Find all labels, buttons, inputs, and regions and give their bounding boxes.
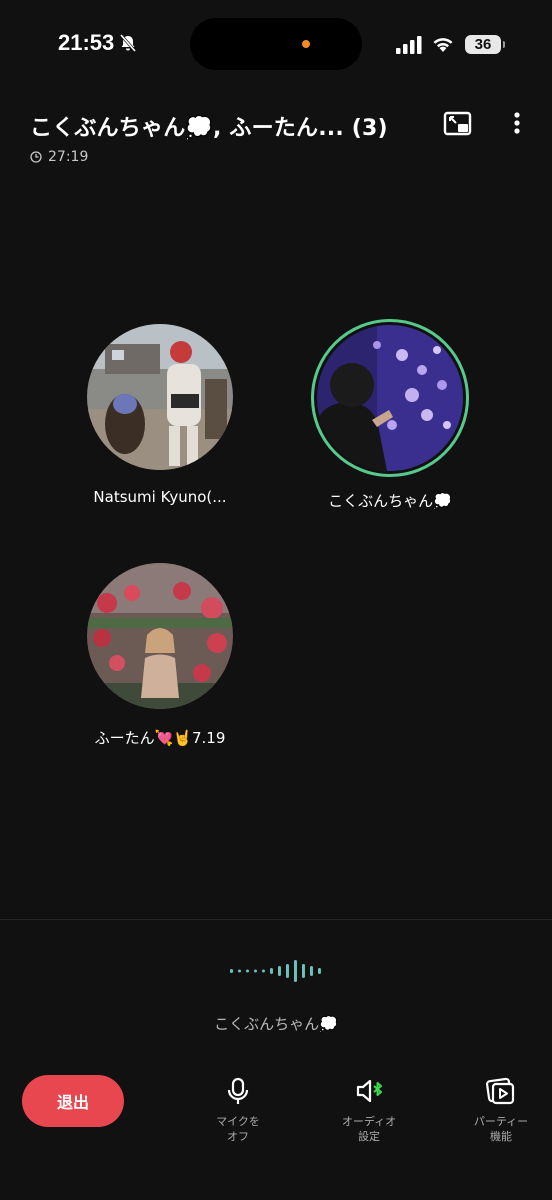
avatar [317,325,463,471]
mute-mic-label: マイクを オフ [216,1115,260,1143]
avatar [87,324,233,470]
call-title: こくぶんちゃん💭, ふーたん... (3) [30,116,388,141]
mute-mic-button[interactable]: マイクを オフ [193,1076,283,1144]
dynamic-island [190,18,362,70]
participant-name: Natsumi Kyuno(... [93,488,227,506]
speaker-bluetooth-icon [356,1079,382,1103]
audio-settings-button[interactable]: オーディオ 設定 [324,1076,414,1144]
participant-name: こくぶんちゃん💭 [328,492,452,510]
signal-icon [396,36,422,54]
party-features-label: パーティー 機能 [473,1115,529,1143]
picture-in-picture-icon[interactable] [443,110,473,138]
more-vertical-icon[interactable] [504,110,530,138]
controls-divider [0,919,552,920]
group-call-screen: 21:53 36 こくぶんちゃん💭, ふーたん... (3) 27:19 Nat… [0,0,552,1200]
microphone-icon [227,1077,249,1104]
audio-settings-label: オーディオ 設定 [341,1115,397,1143]
wifi-icon [433,38,453,52]
call-duration: 27:19 [30,149,88,165]
party-features-button[interactable]: パーティー 機能 [456,1076,546,1144]
participant-name: ふーたん💘🤘7.19 [94,729,226,747]
microphone-in-use-dot [302,40,310,48]
participant-tile[interactable]: Natsumi Kyuno(... [60,324,260,506]
status-time: 21:53 [58,30,138,56]
avatar [87,563,233,709]
leave-call-button[interactable]: 退出 [22,1075,124,1127]
battery-icon: 36 [465,35,505,54]
battery-level: 36 [474,36,492,53]
clock-icon [30,151,42,163]
participant-tile-speaking[interactable]: こくぶんちゃん💭 [290,319,490,511]
bell-slash-icon [120,34,137,52]
status-time-text: 21:53 [58,30,115,55]
call-duration-text: 27:19 [48,149,89,165]
party-play-icon [486,1077,515,1105]
active-speaker-name: こくぶんちゃん💭 [214,1015,338,1033]
audio-wave-icon [230,960,321,982]
participant-tile[interactable]: ふーたん💘🤘7.19 [60,563,260,748]
speaking-ring [311,319,469,477]
